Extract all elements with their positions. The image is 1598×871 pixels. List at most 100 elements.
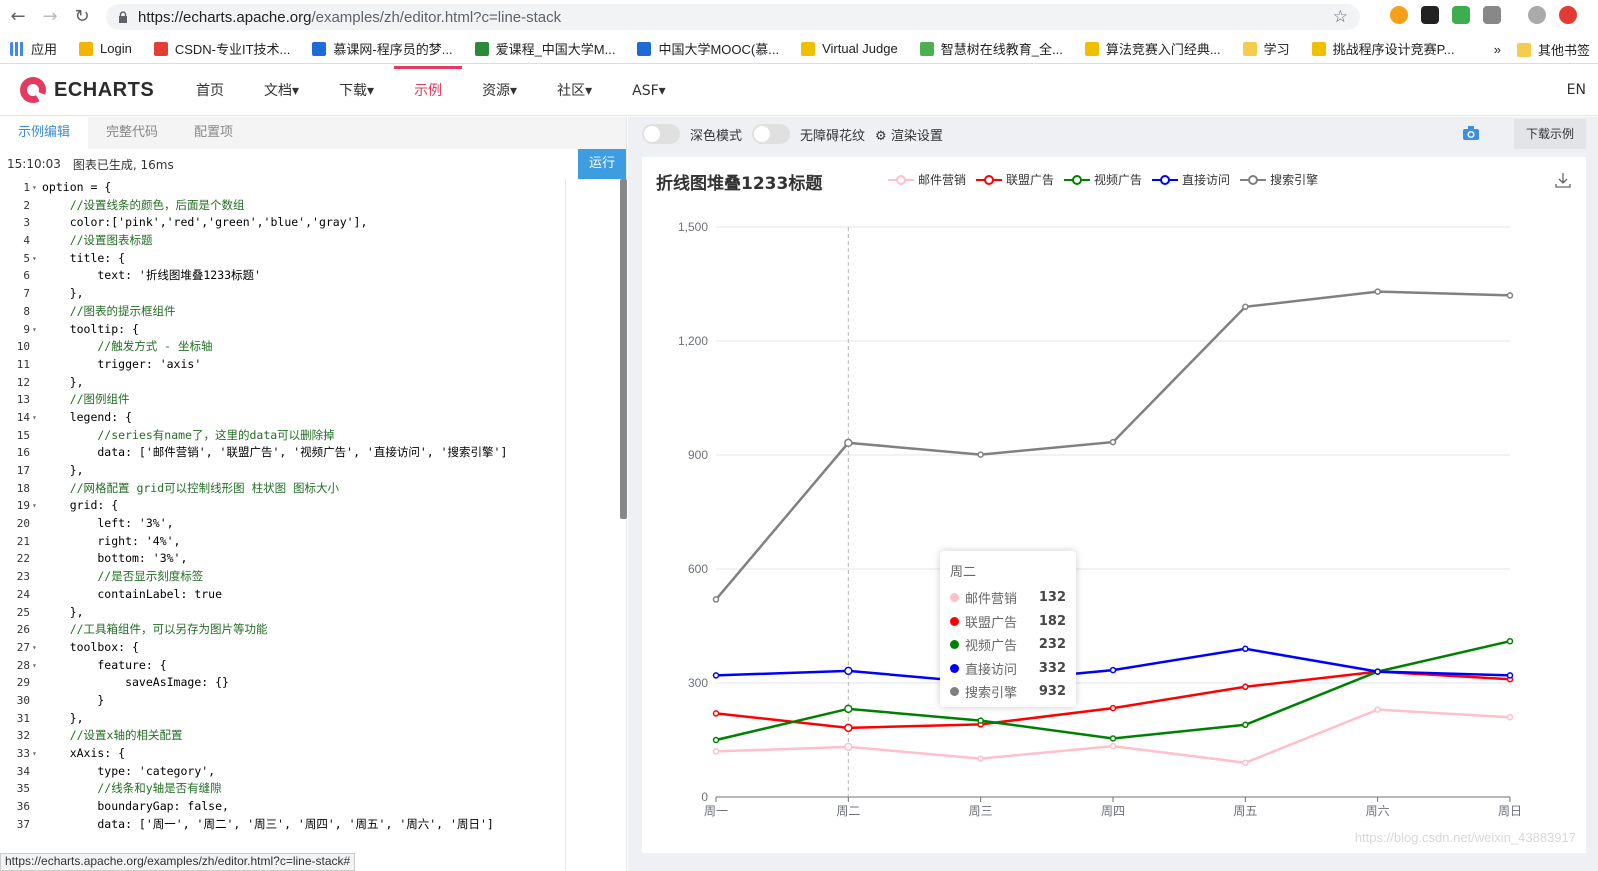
line-number: 17 [16, 464, 30, 477]
bookmark-item[interactable]: 算法竞赛入门经典... [1084, 39, 1221, 58]
line-number: 13 [16, 393, 30, 407]
address-bar[interactable]: https://echarts.apache.org/examples/zh/e… [106, 4, 1360, 30]
bookmark-item[interactable]: Virtual Judge [801, 41, 898, 56]
line-number: 12 [16, 375, 30, 389]
bookmark-favicon [474, 41, 489, 56]
folder-icon [1242, 41, 1257, 56]
shield-icon[interactable] [1452, 6, 1470, 24]
y-tick-label: 1,200 [678, 334, 708, 348]
line-number: 9 [23, 322, 30, 336]
code-text: //线条和y轴是否有缝隙 [42, 781, 222, 796]
extension-icon[interactable] [1390, 6, 1408, 24]
data-point [977, 717, 984, 724]
fold-toggle-icon[interactable]: ▾ [32, 497, 42, 515]
tooltip-row: 邮件营销 132 [950, 586, 1066, 610]
language-switch[interactable]: EN [1567, 82, 1586, 98]
code-text: //series有name了，这里的data可以删除掉 [42, 427, 335, 442]
menu-home[interactable]: 首页 [176, 66, 244, 116]
code-text: option = { [42, 180, 112, 194]
fold-toggle-icon [32, 710, 42, 728]
fold-toggle-icon [32, 604, 42, 622]
tooltip-value: 232 [1038, 637, 1066, 653]
camera-icon[interactable] [1462, 125, 1480, 141]
fold-toggle-icon [32, 462, 42, 480]
bookmark-folder[interactable]: 学习 [1242, 39, 1290, 58]
line-number: 28 [16, 658, 30, 672]
extension-icon[interactable] [1421, 6, 1439, 24]
download-example-button[interactable]: 下载示例 [1513, 119, 1586, 149]
bookmark-item[interactable]: Login [79, 41, 132, 56]
bookmark-item[interactable]: 爱课程_中国大学M... [474, 39, 615, 58]
chart-container: 折线图堆叠1233标题 邮件营销 联盟广告 视频广告 直接访问 搜索引擎 0 300 600… [642, 157, 1586, 853]
fold-toggle-icon [32, 391, 42, 409]
y-tick-label: 600 [688, 562, 708, 576]
other-bookmarks[interactable]: 其他书签 [1516, 40, 1590, 59]
main-menu: 首页 文档▾ 下载▾ 示例 资源▾ 社区▾ ASF▾ [176, 66, 686, 116]
render-settings-button[interactable]: ⚙ 渲染设置 [875, 125, 943, 144]
code-text: //设置x轴的相关配置 [42, 728, 183, 743]
line-number: 20 [16, 517, 30, 531]
fold-toggle-icon[interactable]: ▾ [32, 657, 42, 675]
line-number: 4 [23, 234, 30, 248]
echarts-logo[interactable]: ECHARTS [18, 75, 154, 105]
series-line [715, 647, 1511, 684]
bookmark-item[interactable]: CSDN-专业IT技术... [153, 39, 290, 58]
fold-toggle-icon[interactable]: ▾ [32, 409, 42, 427]
line-number: 14 [16, 410, 30, 424]
bookmarks-bar: 应用 Login CSDN-专业IT技术... 慕课网-程序员的梦... 爱课程… [0, 34, 1598, 64]
a11y-pattern-toggle[interactable] [752, 124, 791, 144]
a11y-pattern-label: 无障碍花纹 [800, 128, 866, 144]
editor-scrollbar[interactable] [620, 179, 627, 519]
fold-toggle-icon [32, 621, 42, 639]
site-header: ECHARTS 首页 文档▾ 下载▾ 示例 资源▾ 社区▾ ASF▾ EN [0, 66, 1598, 116]
code-editor[interactable]: 1 ▾ option = {2 //设置线条的颜色，后面是个数组 3 color:['… [0, 179, 627, 871]
bookmarks-overflow[interactable]: » [1494, 42, 1501, 57]
menu-community[interactable]: 社区▾ [537, 66, 612, 116]
tooltip-marker [950, 616, 959, 626]
tooltip-series-name: 邮件营销 [964, 592, 1017, 608]
data-point [977, 451, 984, 458]
bookmark-item[interactable]: 挑战程序设计竞赛P... [1311, 39, 1455, 58]
avatar[interactable] [1528, 6, 1546, 24]
fold-toggle-icon[interactable]: ▾ [32, 745, 42, 763]
fold-toggle-icon[interactable]: ▾ [32, 639, 42, 657]
bookmark-item[interactable]: 慕课网-程序员的梦... [312, 39, 453, 58]
code-text: //触发方式 - 坐标轴 [42, 339, 213, 354]
menu-docs[interactable]: 文档▾ [244, 66, 319, 116]
menu-resources[interactable]: 资源▾ [462, 66, 537, 116]
back-arrow-icon[interactable]: ← [4, 2, 32, 30]
bookmark-item[interactable]: 智慧树在线教育_全... [919, 39, 1063, 58]
code-text: right: '4%', [42, 533, 181, 548]
fold-toggle-icon[interactable]: ▾ [32, 179, 42, 197]
code-line: 10 //触发方式 - 坐标轴 [0, 338, 627, 356]
fold-toggle-icon[interactable]: ▾ [32, 321, 42, 339]
code-line: 14 ▾ legend: { [0, 409, 627, 427]
code-text: trigger: 'axis' [42, 356, 202, 371]
bookmark-item[interactable]: 中国大学MOOC(慕... [637, 39, 779, 58]
bookmark-apps[interactable]: 应用 [10, 39, 57, 58]
fold-toggle-icon[interactable]: ▾ [32, 250, 42, 268]
tab-options[interactable]: 配置项 [176, 117, 251, 149]
dark-mode-toggle[interactable] [642, 124, 680, 144]
bookmark-star-icon[interactable]: ☆ [1333, 7, 1348, 27]
fold-toggle-icon [32, 727, 42, 745]
menu-asf[interactable]: ASF▾ [612, 66, 686, 116]
tab-edit-example[interactable]: 示例编辑 [0, 117, 89, 149]
run-button[interactable]: 运行 [578, 149, 626, 179]
code-text: data: ['周一', '周二', '周三', '周四', '周五', '周六… [42, 816, 494, 831]
menu-examples[interactable]: 示例 [394, 66, 463, 116]
menu-download[interactable]: 下载▾ [319, 66, 394, 116]
tab-full-code[interactable]: 完整代码 [88, 117, 176, 149]
extension-icon[interactable] [1483, 6, 1501, 24]
forward-arrow-icon[interactable]: → [36, 2, 64, 30]
reload-icon[interactable]: ↻ [68, 2, 96, 30]
code-line: 27 ▾ toolbox: { [0, 639, 627, 657]
code-text: legend: { [42, 409, 133, 424]
tooltip-row: 搜索引擎 932 [950, 680, 1066, 704]
preview-pane: 深色模式 无障碍花纹 ⚙ 渲染设置 下载示例 折线图堆叠1233标题 邮件营销联… [628, 117, 1598, 871]
data-point [844, 704, 853, 714]
update-icon[interactable] [1559, 6, 1577, 24]
line-number: 16 [16, 446, 30, 460]
code-text: bottom: '3%', [42, 551, 188, 566]
y-tick-label: 300 [688, 676, 708, 690]
